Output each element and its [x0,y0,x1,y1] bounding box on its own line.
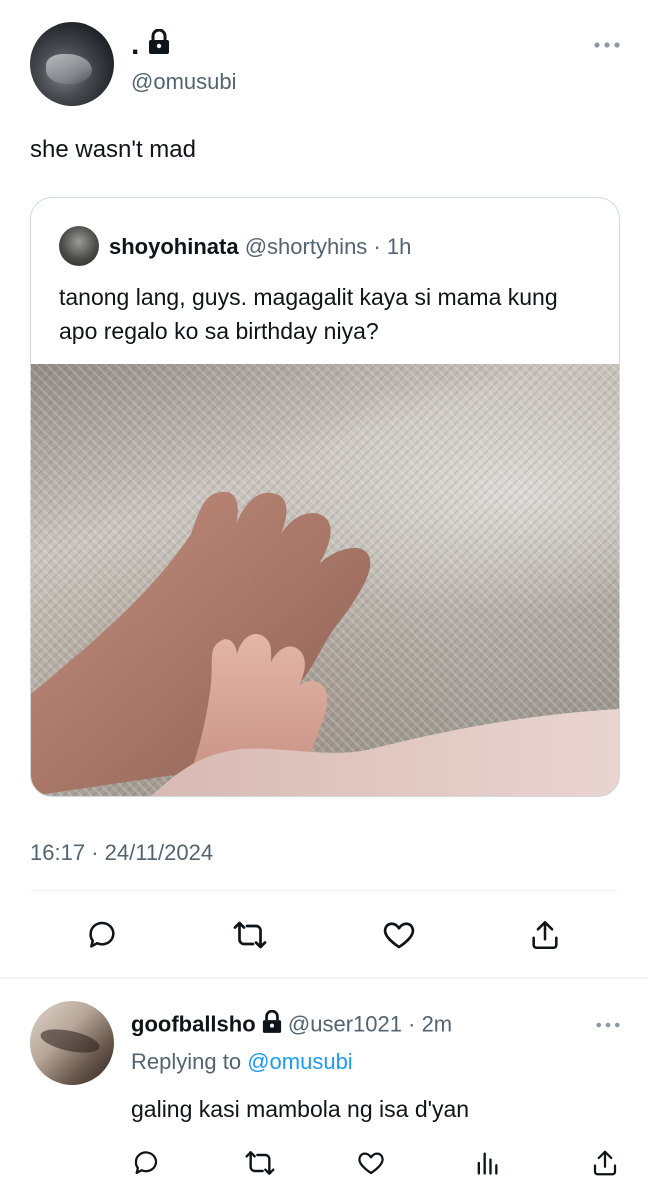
reply-age: 2m [421,1011,453,1037]
quoted-author-handle: @shortyhins [244,234,368,259]
reply-author-avatar[interactable] [30,1001,114,1085]
more-options-icon[interactable] [594,36,620,54]
quoted-separator: · [373,234,381,259]
like-icon[interactable] [381,917,417,953]
lock-icon [262,1009,282,1041]
quoted-tweet[interactable]: shoyohinata @shortyhins · 1h tanong lang… [30,197,620,797]
views-icon[interactable] [469,1145,505,1181]
time-separator: · [91,840,99,865]
tweet-date: 24/11/2024 [104,840,214,865]
tweet-time: 16:17 [30,840,86,865]
lock-icon [148,28,170,63]
reply-icon[interactable] [84,917,120,953]
like-icon[interactable] [353,1145,389,1181]
reply-author-handle[interactable]: @user1021 [288,1011,402,1036]
quoted-text: tanong lang, guys. magagalit kaya si mam… [59,284,558,344]
quoted-author-line: shoyohinata @shortyhins · 1h [109,234,411,260]
quoted-author-name: shoyohinata [109,234,239,259]
reply-separator: · [408,1011,416,1037]
reply-author-name[interactable]: goofballsho [131,1011,256,1036]
section-divider [0,977,648,979]
reply-icon[interactable] [128,1145,164,1181]
replying-to-handle[interactable]: @omusubi [247,1049,353,1074]
reply-text: galing kasi mambola ng isa d'yan [131,1096,470,1122]
hands-illustration [31,491,619,796]
share-icon[interactable] [587,1145,623,1181]
tweet-text: she wasn't mad [30,136,196,163]
author-handle[interactable]: @omusubi [131,68,237,96]
author-name-text: . [131,28,140,61]
share-icon[interactable] [527,917,563,953]
replying-to: Replying to @omusubi [131,1048,353,1076]
reply-header: goofballsho @user1021 · 2m [131,1009,453,1041]
more-options-icon[interactable] [596,1016,620,1034]
author-avatar[interactable] [30,22,114,106]
tweet-timestamp[interactable]: 16:17 · 24/11/2024 [30,838,213,868]
quoted-age: 1h [386,234,412,259]
retweet-icon[interactable] [242,1145,278,1181]
author-display-name[interactable]: . [131,28,170,63]
quoted-photo[interactable] [31,364,619,796]
retweet-icon[interactable] [232,917,268,953]
divider [30,890,618,891]
quoted-author-avatar [59,226,99,266]
replying-prefix: Replying to [131,1049,242,1074]
